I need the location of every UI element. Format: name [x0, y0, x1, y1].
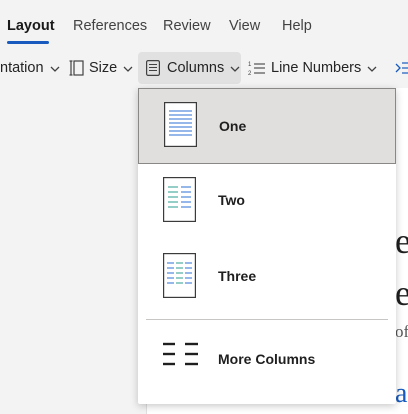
line-numbers-button[interactable]: 1 2 Line Numbers	[248, 52, 377, 84]
menu-item-label: Three	[218, 268, 257, 284]
document-text: e	[395, 273, 408, 313]
chevron-down-icon	[123, 60, 133, 76]
svg-text:2: 2	[248, 71, 252, 76]
orientation-label: ntation	[0, 60, 44, 76]
menu-item-two[interactable]: Two	[138, 164, 396, 240]
menu-divider	[146, 319, 388, 320]
two-columns-icon	[163, 177, 196, 227]
columns-icon	[146, 60, 160, 76]
menu-item-one[interactable]: One	[138, 88, 396, 164]
tab-help[interactable]: Help	[282, 18, 312, 34]
tab-layout[interactable]: Layout	[7, 18, 55, 34]
ribbon-toolbar: ntation Size Columns 1 2 Line Numbers	[0, 48, 408, 88]
menu-item-more-columns[interactable]: More Columns	[138, 321, 396, 397]
menu-item-three[interactable]: Three	[138, 240, 396, 316]
menu-item-label: More Columns	[218, 351, 316, 367]
size-label: Size	[89, 60, 118, 76]
columns-label: Columns	[167, 60, 225, 76]
more-columns-icon	[162, 341, 200, 378]
document-text: a	[395, 378, 408, 409]
columns-dropdown-menu: One Two Three More Columns	[138, 88, 396, 404]
three-columns-icon	[163, 253, 196, 303]
one-column-icon	[164, 102, 197, 152]
tab-review[interactable]: Review	[163, 18, 211, 34]
chevron-down-icon	[367, 60, 377, 76]
page-size-icon	[69, 59, 85, 77]
active-tab-indicator	[7, 41, 49, 44]
tab-references[interactable]: References	[73, 18, 147, 34]
hyphenation-icon	[395, 61, 408, 75]
ribbon-tab-bar: Layout References Review View Help	[0, 0, 408, 48]
chevron-down-icon	[50, 60, 60, 76]
chevron-down-icon	[230, 60, 240, 76]
document-text: of	[395, 322, 408, 341]
svg-text:1: 1	[248, 62, 252, 68]
line-numbers-label: Line Numbers	[271, 60, 362, 76]
tab-view[interactable]: View	[229, 18, 260, 34]
orientation-button[interactable]: ntation	[0, 52, 60, 84]
hyphenation-button[interactable]	[395, 52, 408, 84]
columns-button[interactable]: Columns	[138, 52, 241, 84]
menu-item-label: One	[219, 118, 247, 134]
size-button[interactable]: Size	[69, 52, 133, 84]
document-text: e	[395, 221, 408, 261]
line-numbers-icon: 1 2	[248, 60, 266, 76]
menu-item-label: Two	[218, 192, 245, 208]
